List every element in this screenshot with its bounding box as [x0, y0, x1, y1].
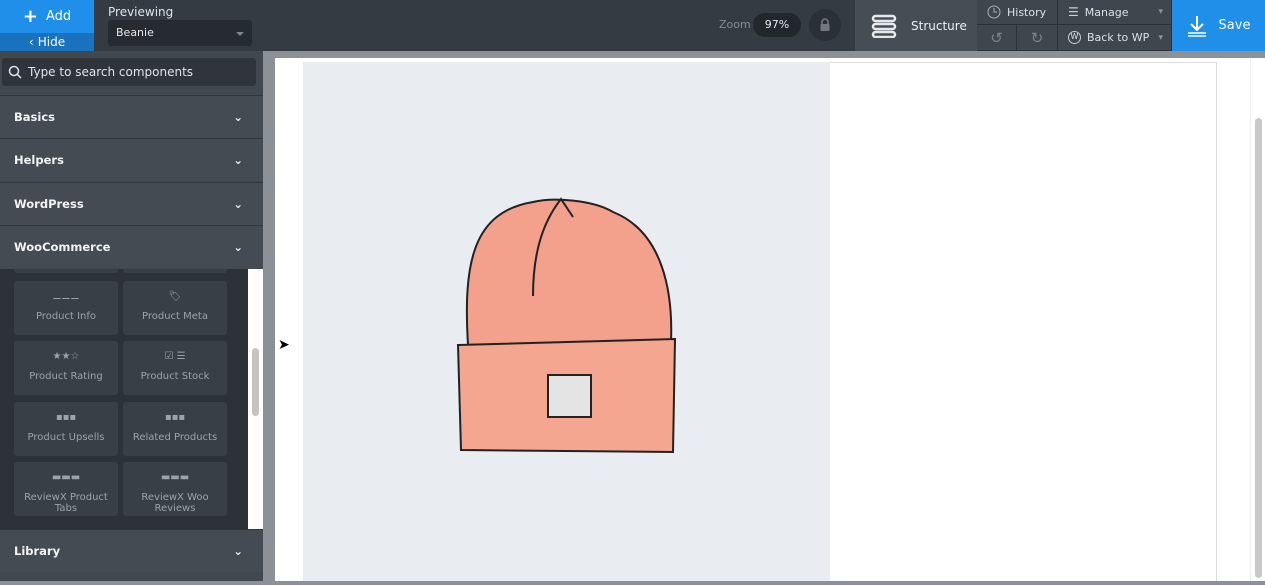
chevron-down-icon: ⌄ [233, 197, 243, 211]
component-list: ⚊⚊⚊ Product Info 🏷 Product Meta ★★☆ Product… [0, 269, 248, 529]
chevron-down-icon: ⌄ [233, 544, 243, 558]
zoom-input[interactable]: 97% [753, 13, 801, 37]
clock-icon [987, 5, 1001, 19]
manage-button[interactable]: ☰ Manage ▾ [1058, 0, 1172, 25]
component-product-meta[interactable]: 🏷 Product Meta [123, 281, 227, 335]
component-partial[interactable] [14, 269, 118, 273]
canvas-scrollbar-thumb[interactable] [1255, 118, 1262, 578]
component-related-products[interactable]: ▪▪▪ Related Products [123, 402, 227, 456]
hide-button[interactable]: ‹ Hide [0, 33, 94, 51]
stars-icon: ★★☆ [52, 350, 80, 362]
back-to-wp-button[interactable]: W Back to WP ▾ [1058, 25, 1172, 51]
lock-button[interactable] [809, 9, 841, 41]
redo-icon: ↻ [1030, 28, 1044, 47]
tabs-icon: ▬▬▬ [160, 471, 190, 483]
add-button[interactable]: + Add [0, 0, 94, 33]
undo-icon: ↺ [990, 28, 1003, 47]
category-woocommerce[interactable]: WooCommerce ⌄ [0, 225, 263, 268]
chevron-down-icon: ⌄ [233, 240, 243, 254]
component-product-info[interactable]: ⚊⚊⚊ Product Info [14, 281, 118, 335]
category-basics[interactable]: Basics ⌄ [0, 95, 263, 138]
tag-cart-icon: 🏷 [168, 290, 182, 302]
search-input[interactable]: Type to search components [2, 58, 256, 86]
chevron-down-icon: ▾ [1158, 7, 1163, 17]
search-icon [8, 65, 22, 79]
cart-grid-icon: ▪▪▪ [55, 411, 77, 423]
chevron-left-icon: ‹ [28, 35, 34, 49]
product-image [303, 62, 830, 581]
redo-button[interactable]: ↻ [1017, 25, 1058, 51]
category-wordpress[interactable]: WordPress ⌄ [0, 182, 263, 225]
chevron-down-icon: ⌄ [233, 153, 243, 167]
chevron-down-icon: ⌄ [233, 110, 243, 124]
download-icon [1187, 15, 1206, 37]
previewing-label: Previewing [108, 5, 174, 19]
history-button[interactable]: History [977, 0, 1058, 25]
sidebar: Type to search components Basics ⌄ Helper… [0, 51, 263, 581]
wordpress-icon: W [1068, 31, 1081, 44]
component-product-stock[interactable]: ☑ ☰ Product Stock [123, 341, 227, 395]
checkbox-lines-icon: ☑ ☰ [164, 350, 186, 362]
chevron-down-icon: ▾ [1158, 32, 1163, 43]
previewing-select[interactable]: Beanie [108, 20, 252, 46]
beanie-image [456, 197, 677, 454]
lock-icon [820, 18, 830, 31]
sliders-icon: ☰ [1068, 5, 1079, 19]
component-reviewx-woo-reviews[interactable]: ▬▬▬ ReviewX Woo Reviews [123, 462, 227, 516]
mouse-cursor-icon: ➤ [278, 337, 290, 353]
structure-icon [871, 14, 897, 38]
info-lines-icon: ⚊⚊⚊ [52, 290, 80, 302]
tabs-icon: ▬▬▬ [51, 471, 81, 483]
undo-button[interactable]: ↺ [977, 25, 1017, 51]
sidebar-scrollbar-thumb[interactable] [252, 348, 259, 416]
save-button[interactable]: Save [1172, 0, 1265, 51]
caret-down-icon [236, 32, 244, 40]
component-product-upsells[interactable]: ▪▪▪ Product Upsells [14, 402, 118, 456]
category-helpers[interactable]: Helpers ⌄ [0, 138, 263, 181]
plus-icon: + [22, 6, 38, 27]
component-partial[interactable] [123, 269, 227, 273]
component-reviewx-product-tabs[interactable]: ▬▬▬ ReviewX Product Tabs [14, 462, 118, 516]
category-library[interactable]: Library ⌄ [0, 529, 263, 572]
structure-button[interactable]: Structure [855, 0, 977, 51]
zoom-label: Zoom [719, 18, 751, 31]
cart-grid-icon: ▪▪▪ [164, 411, 186, 423]
top-toolbar: + Add ‹ Hide Previewing Beanie Zoom 97% St… [0, 0, 1265, 51]
component-product-rating[interactable]: ★★☆ Product Rating [14, 341, 118, 395]
